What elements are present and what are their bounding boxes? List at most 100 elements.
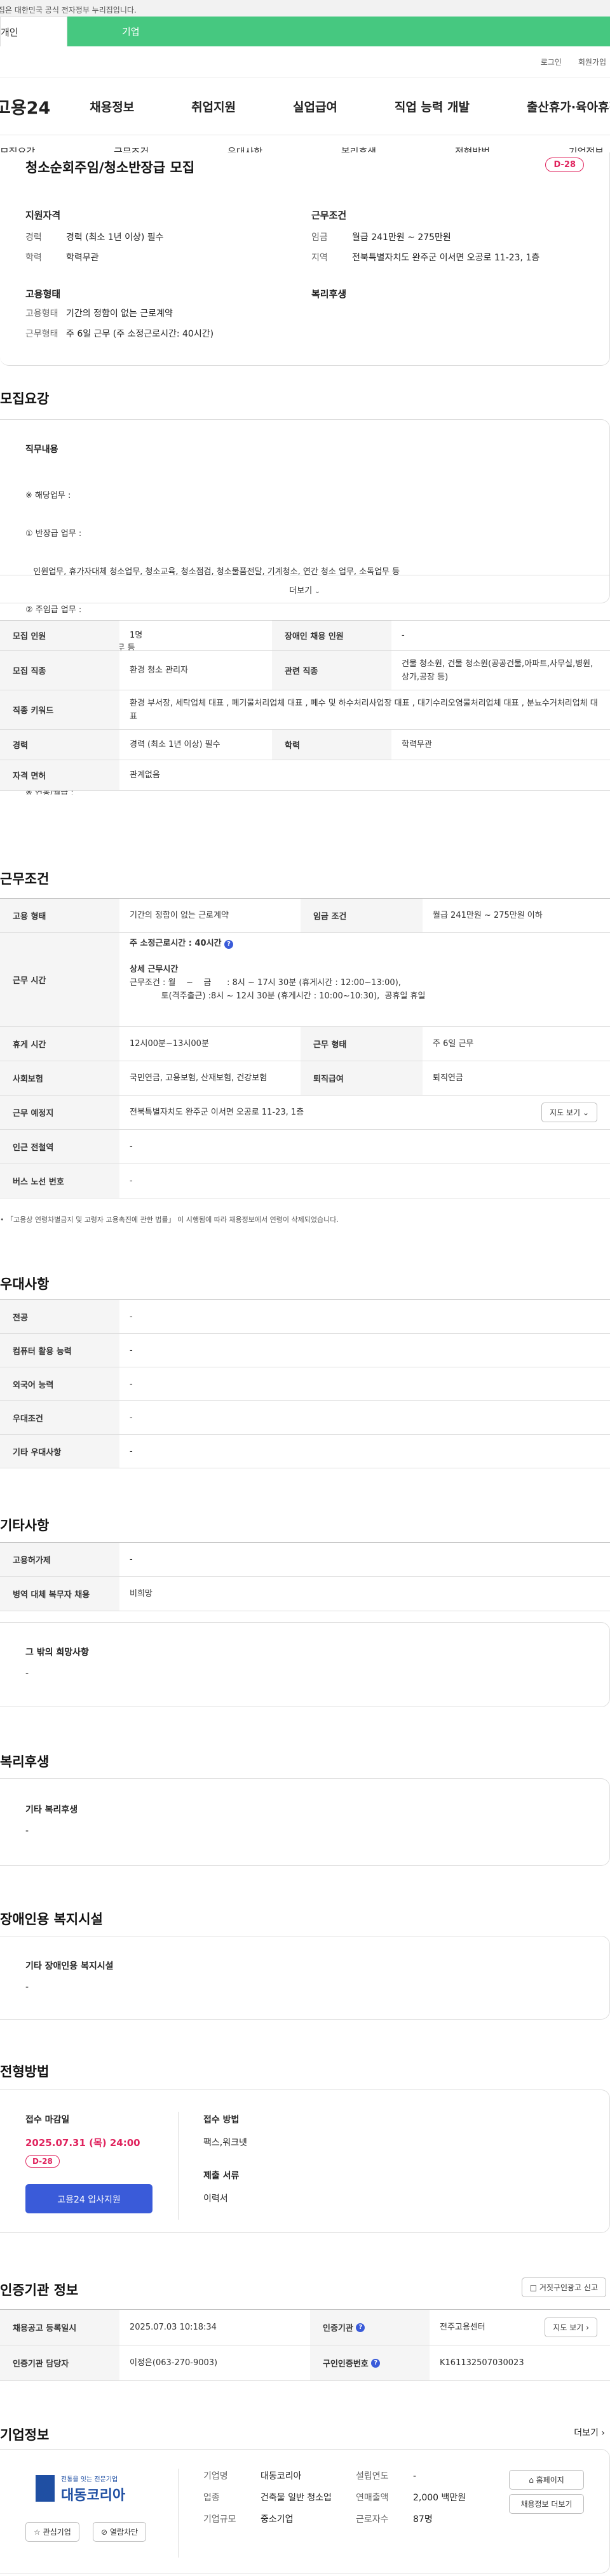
table-row: 사회보험 국민연금, 고용보험, 산재보험, 건강보험 퇴직급여 퇴직연금 <box>0 1061 610 1096</box>
login-link[interactable]: 로그인 <box>541 57 562 67</box>
star-icon: ☆ <box>34 2528 41 2537</box>
info-icon[interactable]: ? <box>224 940 234 949</box>
field-val: 중소기업 <box>261 2514 294 2525</box>
apply-button[interactable]: 고용24 입사지원 <box>25 2184 152 2213</box>
field-val: 대동코리아 <box>261 2471 302 2481</box>
th: 우대조건 <box>0 1401 119 1434</box>
chevron-right-icon: › <box>586 2323 589 2332</box>
docs: 이력서 <box>203 2194 228 2204</box>
company-jobs-button[interactable]: 채용정보 더보기 <box>509 2494 584 2514</box>
welfare-heading: 복리후생 <box>311 288 347 300</box>
company-card: 전통을 잇는 전문기업 대동코리아 ☆ 관심기업 ⊘ 열람차단 기업명 대동코리아… <box>0 2449 610 2573</box>
emp-key: 근무형태 <box>25 329 58 339</box>
field-key: 기업명 <box>203 2471 228 2481</box>
report-button[interactable]: □ 거짓구인광고 신고 <box>521 2277 606 2297</box>
table-row: 고용 형태 기간의 정함이 없는 근로계약 임금 조건 월급 241만원 ~ 275… <box>0 899 610 933</box>
hours-weekly: 주 소정근로시간 : 40시간 <box>130 939 222 948</box>
th: 병역 대체 복무자 채용 <box>0 1577 119 1611</box>
company-logo: 전통을 잇는 전문기업 대동코리아 <box>36 2471 144 2506</box>
apply-button-label: 고용24 입사지원 <box>57 2195 121 2205</box>
td: - <box>130 1412 133 1423</box>
table-row: 전공 - <box>0 1300 610 1334</box>
global-nav: 고용24 채용정보 취업지원 실업급여 직업 능력 개발 출산휴가·육아휴직 <box>0 78 610 135</box>
table-row: 자격 면허 관계없음 <box>0 760 610 791</box>
td: - <box>130 1311 133 1322</box>
gnb-item-support[interactable]: 취업지원 <box>191 98 236 115</box>
deadline-label: 접수 마감일 <box>25 2115 70 2125</box>
table-row: 버스 노선 번호 - <box>0 1164 610 1198</box>
th: 모집 인원 <box>0 621 119 650</box>
table-row: 기타 우대사항 - <box>0 1435 610 1468</box>
disabled-value: - <box>25 1982 29 1992</box>
table-row: 경력 경력 (최소 1년 이상) 필수 학력 학력무관 <box>0 730 610 760</box>
tab-personal[interactable]: 개인 <box>0 17 67 46</box>
td: 환경 부서장, 세탁업체 대표 , 폐기물처리업체 대표 , 폐수 및 하수처리… <box>130 698 598 721</box>
block-icon: ⊘ <box>101 2528 108 2537</box>
th: 근무 형태 <box>301 1027 423 1061</box>
gnb-item-jobs[interactable]: 채용정보 <box>90 98 134 115</box>
gnb-item-benefit[interactable]: 실업급여 <box>293 98 337 115</box>
field-key: 연매출액 <box>356 2493 389 2503</box>
td: - <box>130 1446 133 1456</box>
agency-map-label: 지도 보기 <box>553 2323 584 2332</box>
map-button-label: 지도 보기 <box>550 1108 581 1117</box>
table-row: 모집 인원 1명 장애인 채용 인원 - <box>0 621 610 651</box>
gnb-item-leave[interactable]: 출산휴가·육아휴직 <box>527 98 610 115</box>
field-val: 2,000 백만원 <box>413 2493 466 2503</box>
method-label: 접수 방법 <box>203 2115 240 2125</box>
tab-personal-label: 개인 <box>1 27 18 38</box>
table-row: 컴퓨터 활용 능력 - <box>0 1334 610 1367</box>
age-notice-text: 「고용상 연령차별금지 및 고령자 고용촉진에 관한 법률」 이 시행됨에 따라… <box>6 1216 339 1224</box>
fav-label: 관심기업 <box>43 2528 71 2537</box>
join-link[interactable]: 회원가입 <box>578 57 606 67</box>
fav-button[interactable]: ☆ 관심기업 <box>25 2522 79 2542</box>
emp-key: 고용형태 <box>25 309 58 319</box>
tab-company[interactable]: 기업 <box>67 17 610 46</box>
td: 월급 241만원 ~ 275만원 이하 <box>433 911 543 920</box>
cond-val: 월급 241만원 ~ 275만원 <box>352 232 451 243</box>
th: 채용공고 등록일시 <box>0 2310 119 2345</box>
more-button[interactable]: 더보기 ⌄ <box>0 575 609 603</box>
th: 근무 예정지 <box>0 1096 119 1129</box>
th: 인증기관 담당자 <box>0 2345 119 2380</box>
site-logo[interactable]: 고용24 <box>0 94 50 119</box>
hours-cell: 주 소정근로시간 : 40시간 ? 상세 근무시간 근무조건 : 월 ~ 금 :… <box>119 933 610 1026</box>
th: 전공 <box>0 1300 119 1333</box>
agency-map-button[interactable]: 지도 보기 › <box>545 2318 597 2337</box>
pref-table: 전공 - 컴퓨터 활용 능력 - 외국어 능력 - 우대조건 - 기타 우대사항 - <box>0 1299 610 1468</box>
field-key: 근로자수 <box>356 2514 389 2525</box>
td: - <box>402 631 405 640</box>
td: K161132507030023 <box>440 2358 524 2368</box>
qual-key: 학력 <box>25 253 42 263</box>
homepage-button[interactable]: ⌂ 홈페이지 <box>509 2470 584 2490</box>
th: 모집 직종 <box>0 651 119 690</box>
th: 근무 시간 <box>0 933 119 1026</box>
td: 이정은(063-270-9003) <box>130 2358 218 2368</box>
agency-table: 채용공고 등록일시 2025.07.03 10:18:34 인증기관 ? 전주고용… <box>0 2309 610 2381</box>
gov-banner: 이 누리집은 대한민국 공식 전자정부 누리집입니다. <box>0 0 610 17</box>
td: 전주고용센터 <box>440 2323 485 2332</box>
th: 고용 형태 <box>0 899 119 932</box>
company-jobs-label: 채용정보 더보기 <box>520 2500 573 2509</box>
job-line: ※ 해당업무 : <box>25 491 71 500</box>
table-row: 외국어 능력 - <box>0 1367 610 1401</box>
job-desc-card: 직무내용 ※ 해당업무 : ① 반장급 업무 : 인원업무, 휴가자대체 청소업… <box>0 419 610 795</box>
th: 컴퓨터 활용 능력 <box>0 1334 119 1367</box>
cond-key: 지역 <box>311 253 328 263</box>
table-row: 고용허가제 - <box>0 1543 610 1577</box>
table-row: 병역 대체 복무자 채용 비희망 <box>0 1577 610 1611</box>
company-more-link[interactable]: 더보기 › <box>574 2426 605 2439</box>
info-icon[interactable]: ? <box>356 2323 365 2332</box>
table-row: 우대조건 - <box>0 1401 610 1435</box>
td: - <box>130 1176 133 1186</box>
map-button[interactable]: 지도 보기 ⌄ <box>541 1103 597 1122</box>
block-button[interactable]: ⊘ 열람차단 <box>93 2522 147 2542</box>
info-icon[interactable]: ? <box>371 2358 381 2368</box>
th: 경력 <box>0 730 119 760</box>
gnb-item-training[interactable]: 직업 능력 개발 <box>395 98 470 115</box>
utility-links: 로그인 회원가입 <box>0 46 610 78</box>
table-row: 모집 직종 환경 청소 관리자 관련 직종 건물 청소원, 건물 청소원(공공건물,… <box>0 651 610 690</box>
chevron-down-icon: ⌄ <box>315 588 320 595</box>
company-more-label: 더보기 <box>574 2428 599 2438</box>
td: 국민연금, 고용보험, 산재보험, 건강보험 <box>130 1073 268 1083</box>
